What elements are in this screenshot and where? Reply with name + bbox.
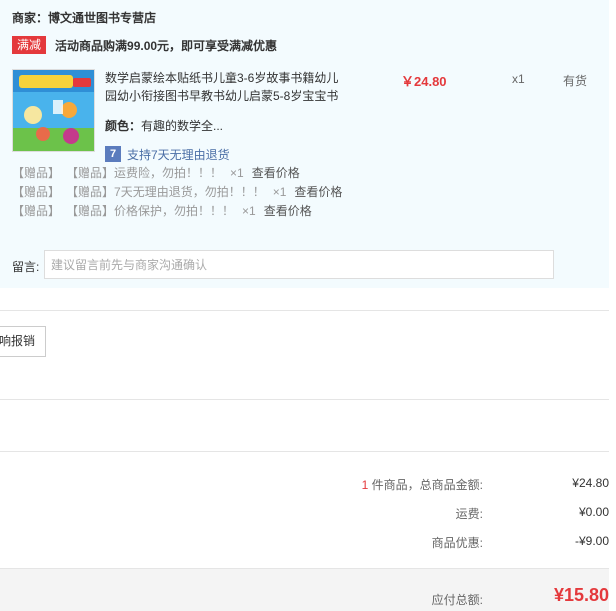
gift-tag: 【赠品】 — [72, 166, 115, 180]
gift-text: 7天无理由退货，勿拍！！！ — [114, 185, 265, 199]
discount-value: -¥9.00 — [574, 534, 609, 548]
gift-tag: 【赠品】 — [72, 185, 115, 199]
divider — [0, 399, 609, 400]
payable-label: 应付总额: — [431, 593, 483, 607]
stock-status: 有货 — [563, 74, 588, 88]
gift-item: 【赠品】 【赠品】7天无理由退货，勿拍！！！ ×1 查看价格 — [12, 183, 342, 202]
product-thumbnail[interactable] — [12, 69, 95, 152]
divider — [0, 451, 609, 452]
variant-label: 颜色： — [105, 119, 142, 133]
invoice-button[interactable]: 响报销 — [0, 326, 46, 357]
gift-text: 运费险，勿拍！！！ — [114, 166, 223, 180]
goods-total-row: 1 件商品，总商品金额: ¥24.80 — [0, 476, 609, 496]
check-price-link[interactable]: 查看价格 — [264, 204, 312, 218]
order-block: 商家：博文通世图书专营店 满减 活动商品购满99.00元，即可享受满减优惠 数学… — [0, 0, 609, 288]
seven-day-return-icon: 7 — [105, 146, 121, 162]
gift-tag: 【赠品】 — [12, 204, 61, 218]
shop-name: 商家：博文通世图书专营店 — [12, 9, 156, 26]
gift-list: 【赠品】 【赠品】运费险，勿拍！！！ ×1 查看价格 【赠品】 【赠品】7天无理由退货，… — [12, 164, 342, 221]
promo-badge: 满减 — [12, 36, 47, 54]
variant-value: 有趣的数学全... — [141, 119, 224, 133]
gift-text: 价格保护，勿拍！！！ — [114, 204, 235, 218]
shop-name-text[interactable]: 博文通世图书专营店 — [48, 11, 156, 25]
shipping-label: 运费: — [455, 507, 483, 521]
message-label: 留言: — [12, 260, 40, 274]
promo-text: 活动商品购满99.00元，即可享受满减优惠 — [55, 38, 278, 53]
gift-tag: 【赠品】 — [12, 166, 61, 180]
shipping-row: 运费: ¥0.00 — [0, 505, 609, 525]
product-quantity: x1 — [512, 72, 525, 86]
gift-item: 【赠品】 【赠品】运费险，勿拍！！！ ×1 查看价格 — [12, 164, 342, 183]
payable-total-bar: 应付总额: ¥15.80 — [0, 568, 609, 611]
product-price: ￥24.80 — [401, 74, 447, 89]
gift-tag: 【赠品】 — [12, 185, 61, 199]
gift-quantity: ×1 — [272, 185, 287, 199]
check-price-link[interactable]: 查看价格 — [294, 185, 342, 199]
shop-label: 商家： — [12, 11, 49, 25]
payable-value: ¥15.80 — [553, 585, 609, 605]
gift-quantity: ×1 — [242, 204, 256, 218]
divider — [0, 310, 609, 311]
product-image-icon — [13, 70, 94, 151]
discount-label: 商品优惠: — [431, 536, 483, 550]
check-price-link[interactable]: 查看价格 — [252, 166, 300, 180]
gift-quantity: ×1 — [230, 166, 244, 180]
gift-tag: 【赠品】 — [72, 204, 115, 218]
goods-total-label: 1 件商品，总商品金额: — [362, 476, 483, 493]
product-variant: 颜色：有趣的数学全... — [105, 117, 223, 134]
return-policy: 7 支持7天无理由退货 — [105, 145, 230, 163]
discount-row: 商品优惠: -¥9.00 — [0, 534, 609, 554]
item-count-suffix: 件商品，总商品金额: — [368, 478, 483, 492]
message-input[interactable] — [44, 250, 554, 279]
product-title[interactable]: 数学启蒙绘本贴纸书儿童3-6岁故事书籍幼儿园幼小衔接图书早教书幼儿启蒙5-8岁宝… — [105, 69, 350, 105]
gift-item: 【赠品】 【赠品】价格保护，勿拍！！！ ×1 查看价格 — [12, 202, 342, 221]
return-policy-link[interactable]: 支持7天无理由退货 — [127, 146, 230, 163]
promo-row: 满减 活动商品购满99.00元，即可享受满减优惠 — [12, 35, 277, 55]
goods-total-value: ¥24.80 — [572, 476, 609, 490]
shipping-value: ¥0.00 — [578, 505, 609, 519]
